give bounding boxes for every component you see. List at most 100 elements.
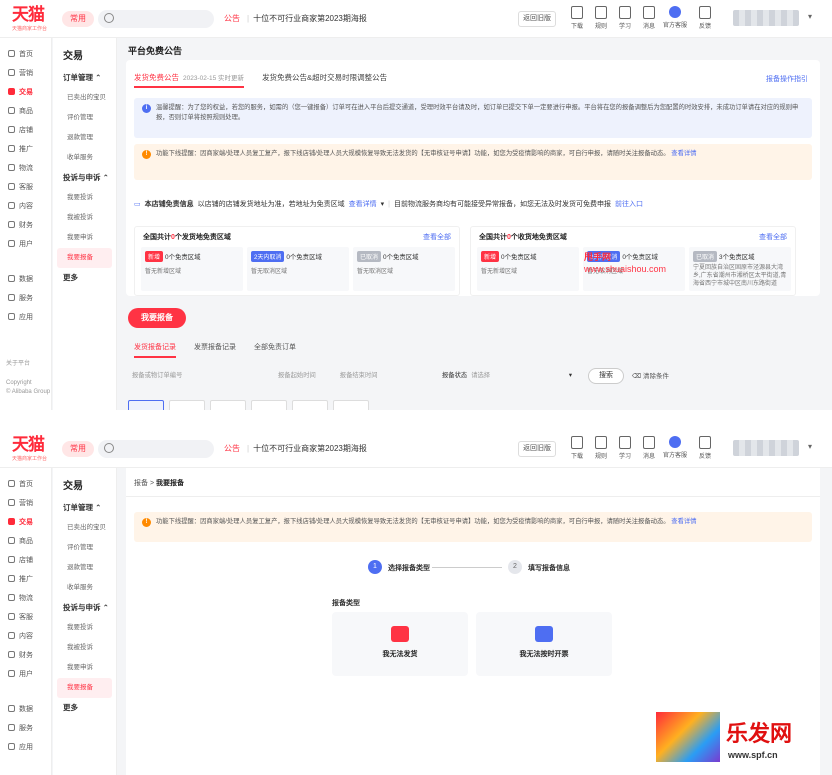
rail-item-home[interactable]: 首页 <box>0 474 51 493</box>
sub-group-orders[interactable]: 订单管理 ⌃ <box>53 68 116 88</box>
receive-zone-view-all[interactable]: 查看全部 <box>759 232 787 242</box>
rail-item-data[interactable]: 数据 <box>0 699 51 718</box>
sub-item-sold[interactable]: 已卖出的宝贝 <box>53 88 116 108</box>
tmall-logo[interactable]: 天猫 天猫商家工作台 <box>12 436 52 464</box>
sub-more[interactable]: 更多 <box>53 268 116 288</box>
chip[interactable] <box>169 400 205 410</box>
sub-item-appeal[interactable]: 我要申诉 <box>53 228 116 248</box>
rail-item-user[interactable]: 用户 <box>0 234 51 253</box>
rail-item-promotion[interactable]: 推广 <box>0 569 51 588</box>
sub-item-complain[interactable]: 我要投诉 <box>53 188 116 208</box>
rules-button[interactable]: 规则 <box>588 436 614 460</box>
rail-item-marketing[interactable]: 营销 <box>0 63 51 82</box>
clear-filters-button[interactable]: ⌫ 清除条件 <box>632 370 669 380</box>
announcement[interactable]: 公告 | 十位不可行业商家第2023期海报 <box>224 13 367 24</box>
rail-item-logistics[interactable]: 物流 <box>0 588 51 607</box>
search-button[interactable]: 搜索 <box>588 368 624 384</box>
tab-delivery-notice[interactable]: 发货免费公告 2023-02-15 实时更新 <box>134 68 245 88</box>
report-button[interactable]: 我要报备 <box>128 308 186 328</box>
rail-item-goods[interactable]: 商品 <box>0 531 51 550</box>
rail-item-shop[interactable]: 店铺 <box>0 550 51 569</box>
feedback-button[interactable]: 反馈 <box>692 436 718 460</box>
common-button[interactable]: 常用 <box>62 11 94 27</box>
user-avatar-blurred[interactable] <box>733 440 799 456</box>
sub-item-receipt[interactable]: 收单服务 <box>53 578 116 598</box>
common-button[interactable]: 常用 <box>62 441 94 457</box>
search-input[interactable] <box>98 10 214 28</box>
order-number-input[interactable]: 报备或物订单编号 <box>128 368 258 384</box>
sub-item-appeal[interactable]: 我要申诉 <box>53 658 116 678</box>
chip[interactable] <box>210 400 246 410</box>
offline-detail-link[interactable]: 查看详情 <box>671 150 696 157</box>
sub-more[interactable]: 更多 <box>53 698 116 718</box>
message-button[interactable]: 消息 <box>636 6 662 30</box>
info-entry-link[interactable]: 前往入口 <box>615 199 643 209</box>
sub-item-report[interactable]: 我要报备 <box>57 248 112 268</box>
chip-all[interactable] <box>128 400 164 410</box>
chevron-down-icon[interactable]: ▾ <box>808 12 812 21</box>
sub-item-report[interactable]: 我要报备 <box>57 678 112 698</box>
rail-item-apps[interactable]: 应用 <box>0 307 51 326</box>
sub-group-orders[interactable]: 订单管理 ⌃ <box>53 498 116 518</box>
sub-item-complain[interactable]: 我要投诉 <box>53 618 116 638</box>
rail-item-user[interactable]: 用户 <box>0 664 51 683</box>
message-button[interactable]: 消息 <box>636 436 662 460</box>
feedback-button[interactable]: 反馈 <box>692 6 718 30</box>
download-button[interactable]: 下载 <box>564 436 590 460</box>
rail-item-home[interactable]: 首页 <box>0 44 51 63</box>
rail-item-services[interactable]: 服务 <box>0 288 51 307</box>
old-version-button[interactable]: 返回旧版 <box>518 441 556 457</box>
service-button[interactable]: 官方客服 <box>662 6 688 29</box>
chevron-down-icon[interactable]: ▾ <box>808 442 812 451</box>
rail-item-service[interactable]: 客服 <box>0 177 51 196</box>
type-card-invoice[interactable]: 我无法按时开票 <box>476 612 612 676</box>
rules-button[interactable]: 规则 <box>588 6 614 30</box>
sub-item-reviews[interactable]: 评价管理 <box>53 108 116 128</box>
chip[interactable] <box>251 400 287 410</box>
search-input[interactable] <box>98 440 214 458</box>
rail-item-finance[interactable]: 财务 <box>0 215 51 234</box>
rail-item-service[interactable]: 客服 <box>0 607 51 626</box>
ship-zone-view-all[interactable]: 查看全部 <box>423 232 451 242</box>
rail-item-services[interactable]: 服务 <box>0 718 51 737</box>
info-detail-link[interactable]: 查看详情 <box>349 199 377 209</box>
tab-exempt-orders[interactable]: 全部免责订单 <box>254 342 296 358</box>
download-button[interactable]: 下载 <box>564 6 590 30</box>
rail-item-shop[interactable]: 店铺 <box>0 120 51 139</box>
rail-item-content[interactable]: 内容 <box>0 196 51 215</box>
sub-group-complaints[interactable]: 投诉与申诉 ⌃ <box>53 168 116 188</box>
sub-item-receipt[interactable]: 收单服务 <box>53 148 116 168</box>
sub-item-complained[interactable]: 我被投诉 <box>53 638 116 658</box>
tab-timeout-notice[interactable]: 发货免费公告&超时交易时限调整公告 <box>262 68 387 88</box>
tmall-logo[interactable]: 天猫 天猫商家工作台 <box>12 6 52 34</box>
chevron-down-icon[interactable]: ▾ <box>381 200 385 208</box>
sub-item-refunds[interactable]: 退款管理 <box>53 128 116 148</box>
type-card-no-shipping[interactable]: 我无法发货 <box>332 612 468 676</box>
learn-button[interactable]: 学习 <box>612 6 638 30</box>
sub-group-complaints[interactable]: 投诉与申诉 ⌃ <box>53 598 116 618</box>
rail-item-trade[interactable]: 交易 <box>0 82 51 101</box>
rail-item-finance[interactable]: 财务 <box>0 645 51 664</box>
chip[interactable] <box>333 400 369 410</box>
sub-item-refunds[interactable]: 退款管理 <box>53 558 116 578</box>
about-link[interactable]: 关于平台 <box>6 360 50 369</box>
announcement[interactable]: 公告 | 十位不可行业商家第2023期海报 <box>224 443 367 454</box>
rail-item-content[interactable]: 内容 <box>0 626 51 645</box>
breadcrumb-root[interactable]: 报备 <box>134 480 148 487</box>
rail-item-marketing[interactable]: 营销 <box>0 493 51 512</box>
tab-invoice-records[interactable]: 发票报备记录 <box>194 342 236 358</box>
rail-item-goods[interactable]: 商品 <box>0 101 51 120</box>
service-button[interactable]: 官方客服 <box>662 436 688 459</box>
offline-detail-link[interactable]: 查看详情 <box>671 518 696 525</box>
rail-item-promotion[interactable]: 推广 <box>0 139 51 158</box>
report-guide-link[interactable]: 报备操作指引 <box>766 74 808 84</box>
rail-item-apps[interactable]: 应用 <box>0 737 51 756</box>
rail-item-trade[interactable]: 交易 <box>0 512 51 531</box>
sub-item-complained[interactable]: 我被投诉 <box>53 208 116 228</box>
user-avatar-blurred[interactable] <box>733 10 799 26</box>
learn-button[interactable]: 学习 <box>612 436 638 460</box>
report-time-range[interactable]: 报备起始时间 报备结束时间 <box>274 368 424 384</box>
sub-item-sold[interactable]: 已卖出的宝贝 <box>53 518 116 538</box>
report-status-select[interactable]: 报备状态 请选择 ▾ <box>438 368 576 384</box>
chip[interactable] <box>292 400 328 410</box>
